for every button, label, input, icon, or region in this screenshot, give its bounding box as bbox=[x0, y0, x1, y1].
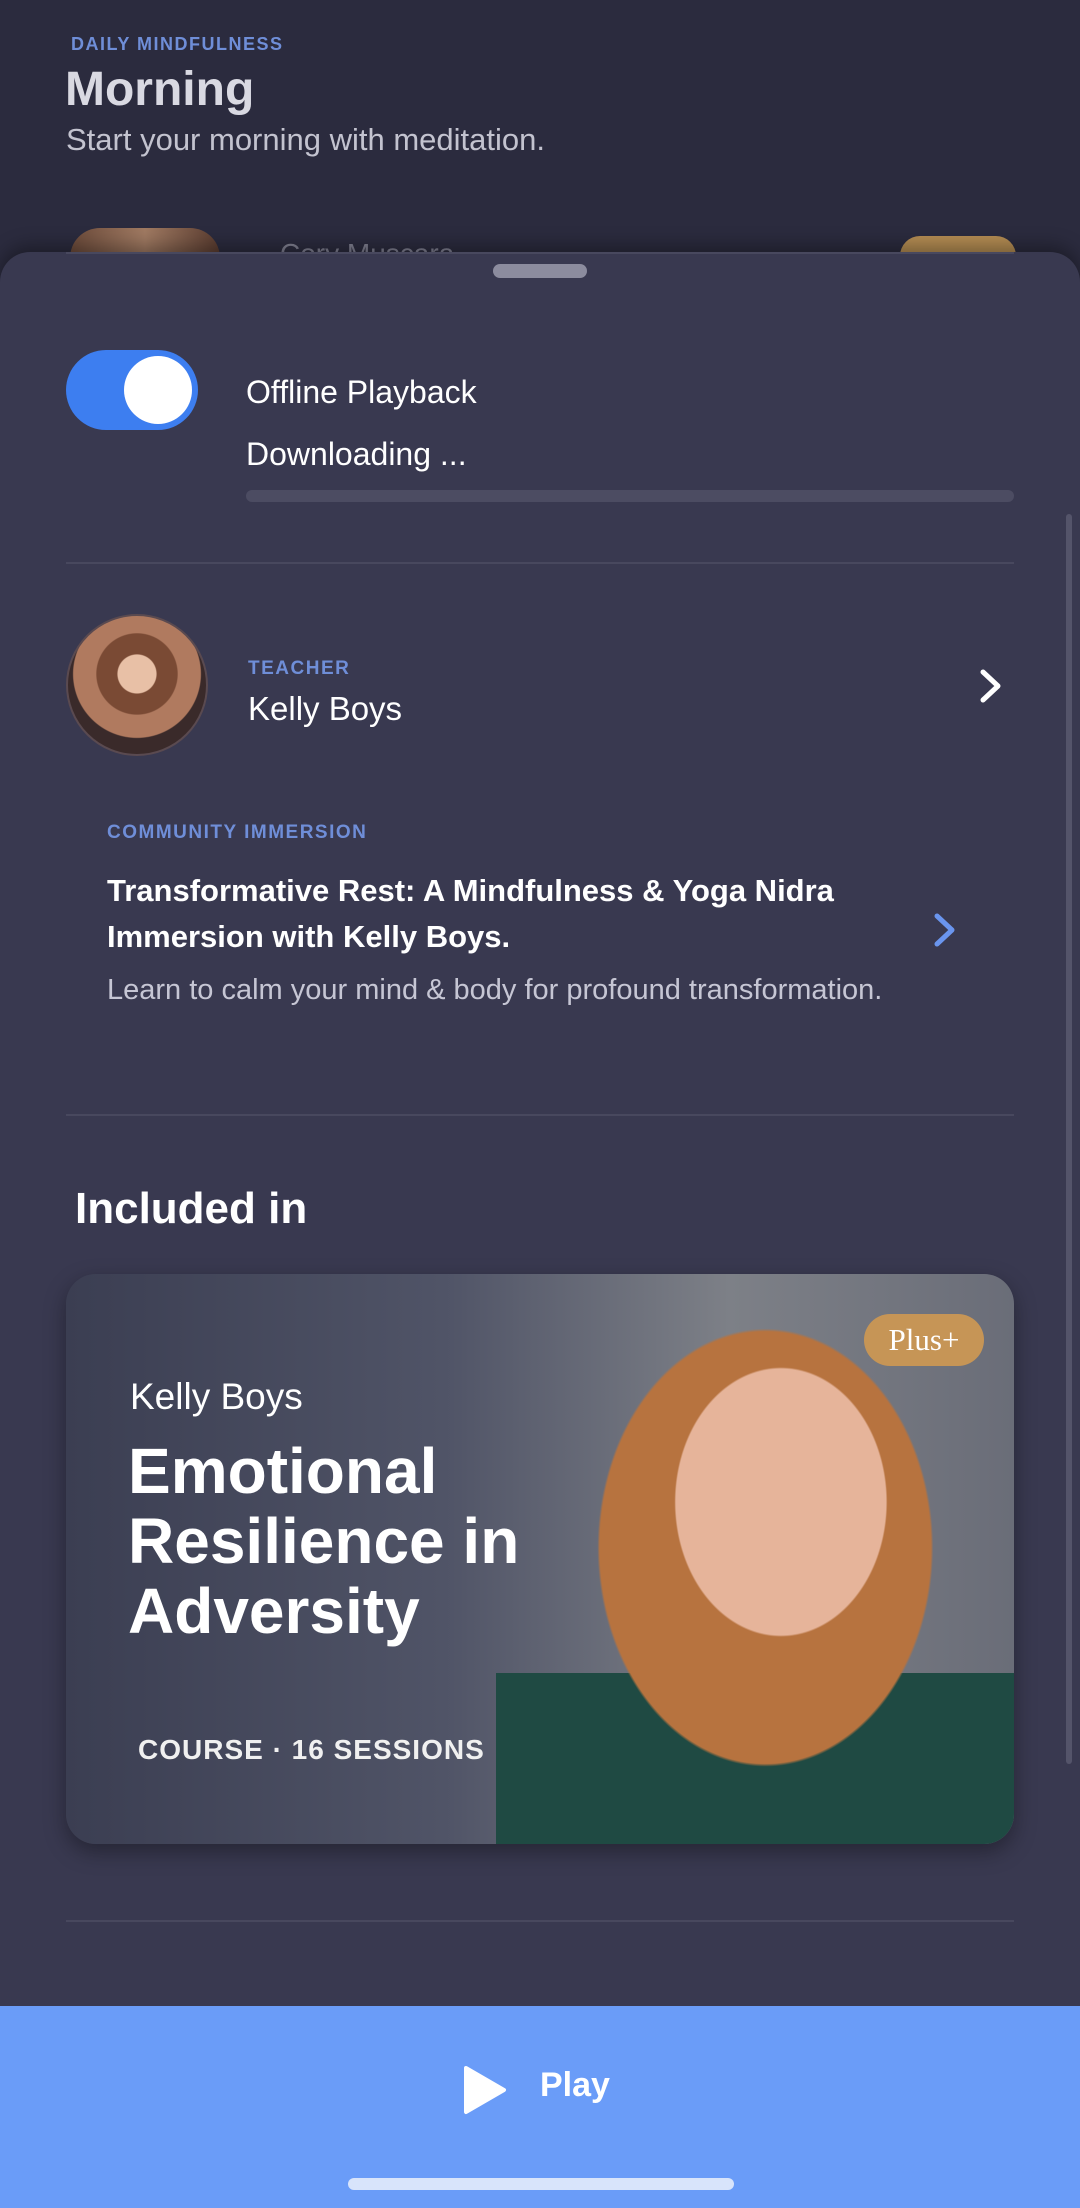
scrollbar[interactable] bbox=[1066, 514, 1072, 1764]
divider bbox=[66, 1114, 1014, 1116]
offline-playback-toggle[interactable] bbox=[66, 350, 198, 430]
divider bbox=[66, 562, 1014, 564]
download-progress-bar bbox=[246, 490, 1014, 502]
teacher-eyebrow: TEACHER bbox=[248, 658, 351, 679]
play-icon bbox=[464, 2066, 506, 2114]
play-label: Play bbox=[540, 2066, 610, 2104]
download-status: Downloading ... bbox=[246, 436, 467, 472]
offline-playback-label: Offline Playback bbox=[246, 374, 477, 410]
course-card[interactable]: Kelly Boys Emotional Resilience in Adver… bbox=[66, 1274, 1014, 1844]
community-immersion-card[interactable]: COMMUNITY IMMERSION Transformative Rest:… bbox=[66, 822, 1014, 1072]
sheet-grabber[interactable] bbox=[493, 264, 587, 278]
play-button[interactable]: Play bbox=[460, 2058, 620, 2122]
details-sheet: Offline Playback Downloading ... TEACHER… bbox=[0, 252, 1080, 2208]
community-eyebrow: COMMUNITY IMMERSION bbox=[107, 822, 368, 843]
home-indicator[interactable] bbox=[348, 2178, 734, 2190]
toggle-knob bbox=[124, 356, 192, 424]
teacher-name: Kelly Boys bbox=[248, 690, 403, 727]
divider bbox=[66, 1920, 1014, 1922]
page-subtitle: Start your morning with meditation. bbox=[66, 122, 545, 157]
community-title: Transformative Rest: A Mindfulness & Yog… bbox=[107, 873, 834, 954]
included-in-heading: Included in bbox=[75, 1184, 308, 1233]
teacher-avatar bbox=[66, 614, 208, 756]
plus-badge: Plus+ bbox=[864, 1314, 984, 1366]
play-bar: Play bbox=[0, 2006, 1080, 2208]
course-meta: COURSE · 16 SESSIONS bbox=[138, 1734, 485, 1765]
chevron-right-icon bbox=[934, 913, 955, 947]
divider bbox=[66, 252, 1014, 254]
page-title: Morning bbox=[65, 63, 255, 116]
teacher-row[interactable]: TEACHER Kelly Boys bbox=[66, 614, 1014, 764]
chevron-right-icon bbox=[980, 669, 1001, 703]
community-description: Learn to calm your mind & body for profo… bbox=[107, 974, 883, 1006]
daily-mindfulness-eyebrow: DAILY MINDFULNESS bbox=[71, 34, 284, 54]
course-title: Emotional Resilience in Adversity bbox=[128, 1435, 520, 1647]
course-teacher-name: Kelly Boys bbox=[130, 1376, 303, 1417]
